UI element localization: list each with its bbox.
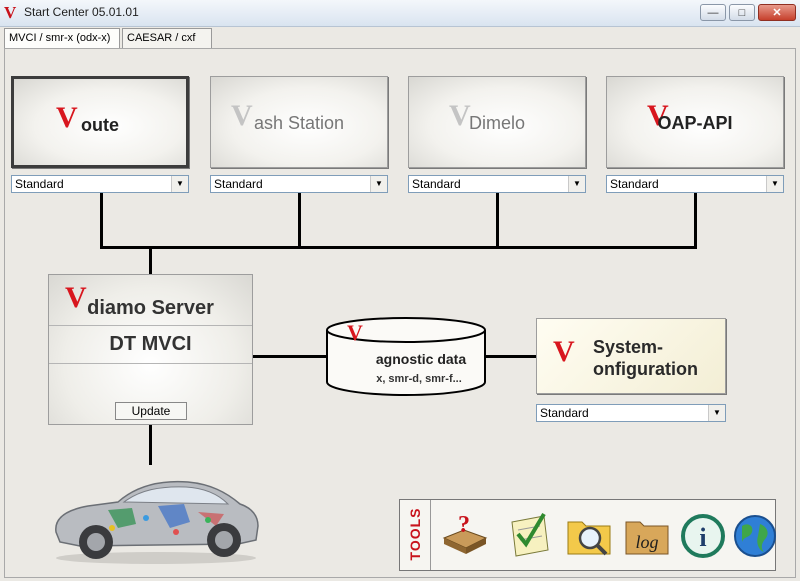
svg-text:?: ?	[458, 512, 470, 538]
server-subtitle: DT MVCI	[109, 333, 192, 355]
tab-mvci[interactable]: MVCI / smr-x (odx-x)	[4, 28, 120, 49]
update-button[interactable]: Update	[115, 402, 187, 420]
select-value: Standard	[214, 177, 263, 191]
diagnostic-data-title: agnostic data	[376, 351, 466, 367]
connector-line	[298, 193, 301, 248]
tools-label-text: TOOLS	[407, 507, 423, 561]
help-book-icon[interactable]: ?	[440, 508, 490, 562]
connector-line	[694, 193, 697, 248]
server-tile[interactable]: V diamo Server DT MVCI Update	[48, 274, 253, 425]
tool-4-select[interactable]: Standard ▼	[606, 175, 784, 193]
select-value: Standard	[610, 177, 659, 191]
connector-line	[100, 193, 103, 248]
chevron-down-icon: ▼	[568, 176, 585, 192]
title-bar: V Start Center 05.01.01 — □ ✕	[0, 0, 800, 27]
tool-tile-1[interactable]: V oute	[11, 76, 189, 168]
tool-3-select[interactable]: Standard ▼	[408, 175, 586, 193]
close-icon: ✕	[772, 7, 782, 19]
tool-tile-4[interactable]: V OAP-API	[606, 76, 784, 168]
diagnostic-data-formats: x, smr-d, smr-f...	[376, 373, 462, 385]
tool-tile-2[interactable]: V ash Station	[210, 76, 388, 168]
connector-bus	[100, 246, 697, 249]
chevron-down-icon: ▼	[766, 176, 783, 192]
brand-v-icon: V	[553, 335, 575, 368]
maximize-icon: □	[738, 7, 746, 19]
svg-text:i: i	[699, 523, 706, 552]
server-title: diamo Server	[87, 297, 214, 319]
minimize-icon: —	[707, 7, 719, 19]
tools-bar: TOOLS ? log i	[399, 499, 776, 571]
folder-search-icon[interactable]	[564, 508, 614, 562]
system-configuration-line1: System-	[593, 337, 664, 357]
chevron-down-icon: ▼	[370, 176, 387, 192]
chevron-down-icon: ▼	[708, 405, 725, 421]
select-value: Standard	[540, 406, 589, 420]
system-configuration-line2: onfiguration	[593, 359, 698, 379]
connector-line	[253, 355, 328, 358]
tool-tile-3[interactable]: V Dimelo	[408, 76, 586, 168]
vehicle-image	[55, 480, 259, 564]
tab-caesar[interactable]: CAESAR / cxf	[122, 28, 212, 48]
minimize-button[interactable]: —	[700, 4, 726, 21]
diagnostic-data-database[interactable]: V agnostic data x, smr-d, smr-f...	[325, 316, 487, 398]
tools-label: TOOLS	[400, 500, 431, 570]
info-icon[interactable]: i	[678, 508, 728, 562]
tool-label: OAP-API	[657, 113, 733, 133]
select-value: Standard	[15, 177, 64, 191]
system-configuration-select[interactable]: Standard ▼	[536, 404, 726, 422]
close-button[interactable]: ✕	[758, 4, 796, 21]
tool-label: oute	[81, 115, 119, 135]
log-folder-icon[interactable]: log	[622, 508, 672, 562]
checklist-icon[interactable]	[504, 508, 554, 562]
connector-line	[149, 248, 152, 275]
window-title: Start Center 05.01.01	[24, 5, 139, 19]
tool-2-select[interactable]: Standard ▼	[210, 175, 388, 193]
select-value: Standard	[412, 177, 461, 191]
maximize-button[interactable]: □	[729, 4, 755, 21]
tool-label: ash Station	[253, 113, 345, 133]
connector-line	[149, 425, 152, 465]
app-logo-icon: V	[4, 3, 17, 22]
brand-v-icon: V	[347, 320, 363, 345]
tool-label: Dimelo	[468, 113, 525, 133]
connector-line	[496, 193, 499, 248]
connector-line	[486, 355, 536, 358]
globe-icon[interactable]	[730, 508, 780, 562]
svg-text:log: log	[635, 532, 658, 552]
divider	[49, 325, 252, 326]
system-configuration-tile[interactable]: V System- onfiguration	[536, 318, 726, 394]
chevron-down-icon: ▼	[171, 176, 188, 192]
tool-1-select[interactable]: Standard ▼	[11, 175, 189, 193]
divider	[49, 363, 252, 364]
